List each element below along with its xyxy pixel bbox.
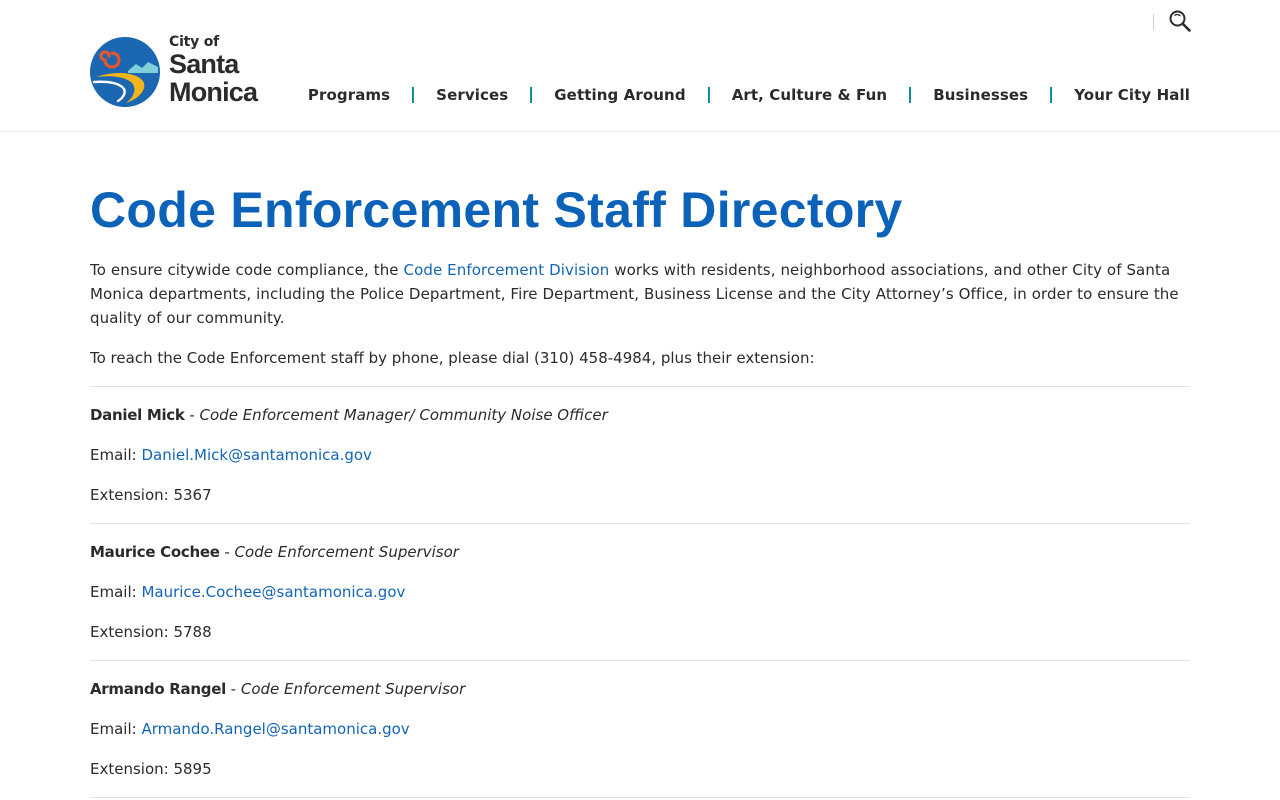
nav-separator — [412, 87, 415, 103]
intro-paragraph: To ensure citywide code compliance, the … — [90, 258, 1190, 330]
staff-heading: Maurice Cochee - Code Enforcement Superv… — [90, 541, 1190, 563]
logo-santa: Santa — [169, 49, 239, 79]
staff-title: Code Enforcement Supervisor — [234, 543, 459, 561]
code-enforcement-division-link[interactable]: Code Enforcement Division — [404, 261, 610, 279]
staff-list: Daniel Mick - Code Enforcement Manager/ … — [90, 386, 1190, 798]
site-header: City of Santa Monica Programs Services G… — [0, 0, 1280, 132]
email-label: Email: — [90, 446, 142, 464]
nav-separator — [530, 87, 533, 103]
staff-heading: Daniel Mick - Code Enforcement Manager/ … — [90, 404, 1190, 426]
email-label: Email: — [90, 720, 142, 738]
staff-heading: Armando Rangel - Code Enforcement Superv… — [90, 678, 1190, 700]
staff-name: Armando Rangel — [90, 680, 226, 698]
staff-separator: - — [219, 543, 235, 561]
staff-name: Maurice Cochee — [90, 543, 220, 561]
staff-email-link[interactable]: Maurice.Cochee@santamonica.gov — [141, 583, 405, 601]
staff-list-divider — [90, 797, 1190, 798]
staff-extension: Extension: 5788 — [90, 623, 212, 641]
staff-email-row: Email: Maurice.Cochee@santamonica.gov — [90, 581, 1190, 603]
intro-text-before: To ensure citywide code compliance, the — [90, 261, 404, 279]
staff-email-link[interactable]: Armando.Rangel@santamonica.gov — [141, 720, 409, 738]
email-label: Email: — [90, 583, 142, 601]
logo-wordmark: City of Santa Monica — [169, 34, 279, 106]
nav-separator — [1050, 87, 1053, 103]
main-navigation: Programs Services Getting Around Art, Cu… — [308, 85, 1190, 105]
staff-email-link[interactable]: Daniel.Mick@santamonica.gov — [141, 446, 371, 464]
search-divider — [1153, 14, 1154, 30]
page-title: Code Enforcement Staff Directory — [90, 182, 903, 238]
nav-separator — [909, 87, 912, 103]
nav-separator — [707, 87, 710, 103]
nav-art-culture-fun[interactable]: Art, Culture & Fun — [732, 86, 888, 104]
search-icon — [1169, 10, 1191, 32]
staff-email-row: Email: Daniel.Mick@santamonica.gov — [90, 444, 1190, 466]
staff-entry: Daniel Mick - Code Enforcement Manager/ … — [90, 386, 1190, 523]
nav-your-city-hall[interactable]: Your City Hall — [1074, 86, 1190, 104]
city-logo-icon — [90, 37, 160, 107]
search-button[interactable] — [1168, 9, 1192, 33]
staff-email-row: Email: Armando.Rangel@santamonica.gov — [90, 718, 1190, 740]
staff-separator: - — [225, 680, 241, 698]
main-content: Code Enforcement Staff Directory To ensu… — [90, 132, 1190, 798]
city-logo-link[interactable]: City of Santa Monica — [90, 34, 280, 110]
nav-businesses[interactable]: Businesses — [933, 86, 1028, 104]
phone-instructions: To reach the Code Enforcement staff by p… — [90, 349, 815, 367]
staff-extension: Extension: 5367 — [90, 486, 212, 504]
nav-services[interactable]: Services — [436, 86, 508, 104]
staff-title: Code Enforcement Supervisor — [240, 680, 466, 698]
staff-extension: Extension: 5895 — [90, 760, 212, 778]
staff-separator: - — [184, 406, 200, 424]
staff-title: Code Enforcement Manager/ Community Nois… — [199, 406, 608, 424]
staff-name: Daniel Mick — [90, 406, 185, 424]
nav-getting-around[interactable]: Getting Around — [554, 86, 685, 104]
staff-entry: Maurice Cochee - Code Enforcement Superv… — [90, 523, 1190, 660]
logo-monica: Monica — [169, 77, 258, 107]
logo-city-of: City of — [169, 34, 220, 50]
nav-programs[interactable]: Programs — [308, 86, 390, 104]
staff-entry: Armando Rangel - Code Enforcement Superv… — [90, 660, 1190, 797]
